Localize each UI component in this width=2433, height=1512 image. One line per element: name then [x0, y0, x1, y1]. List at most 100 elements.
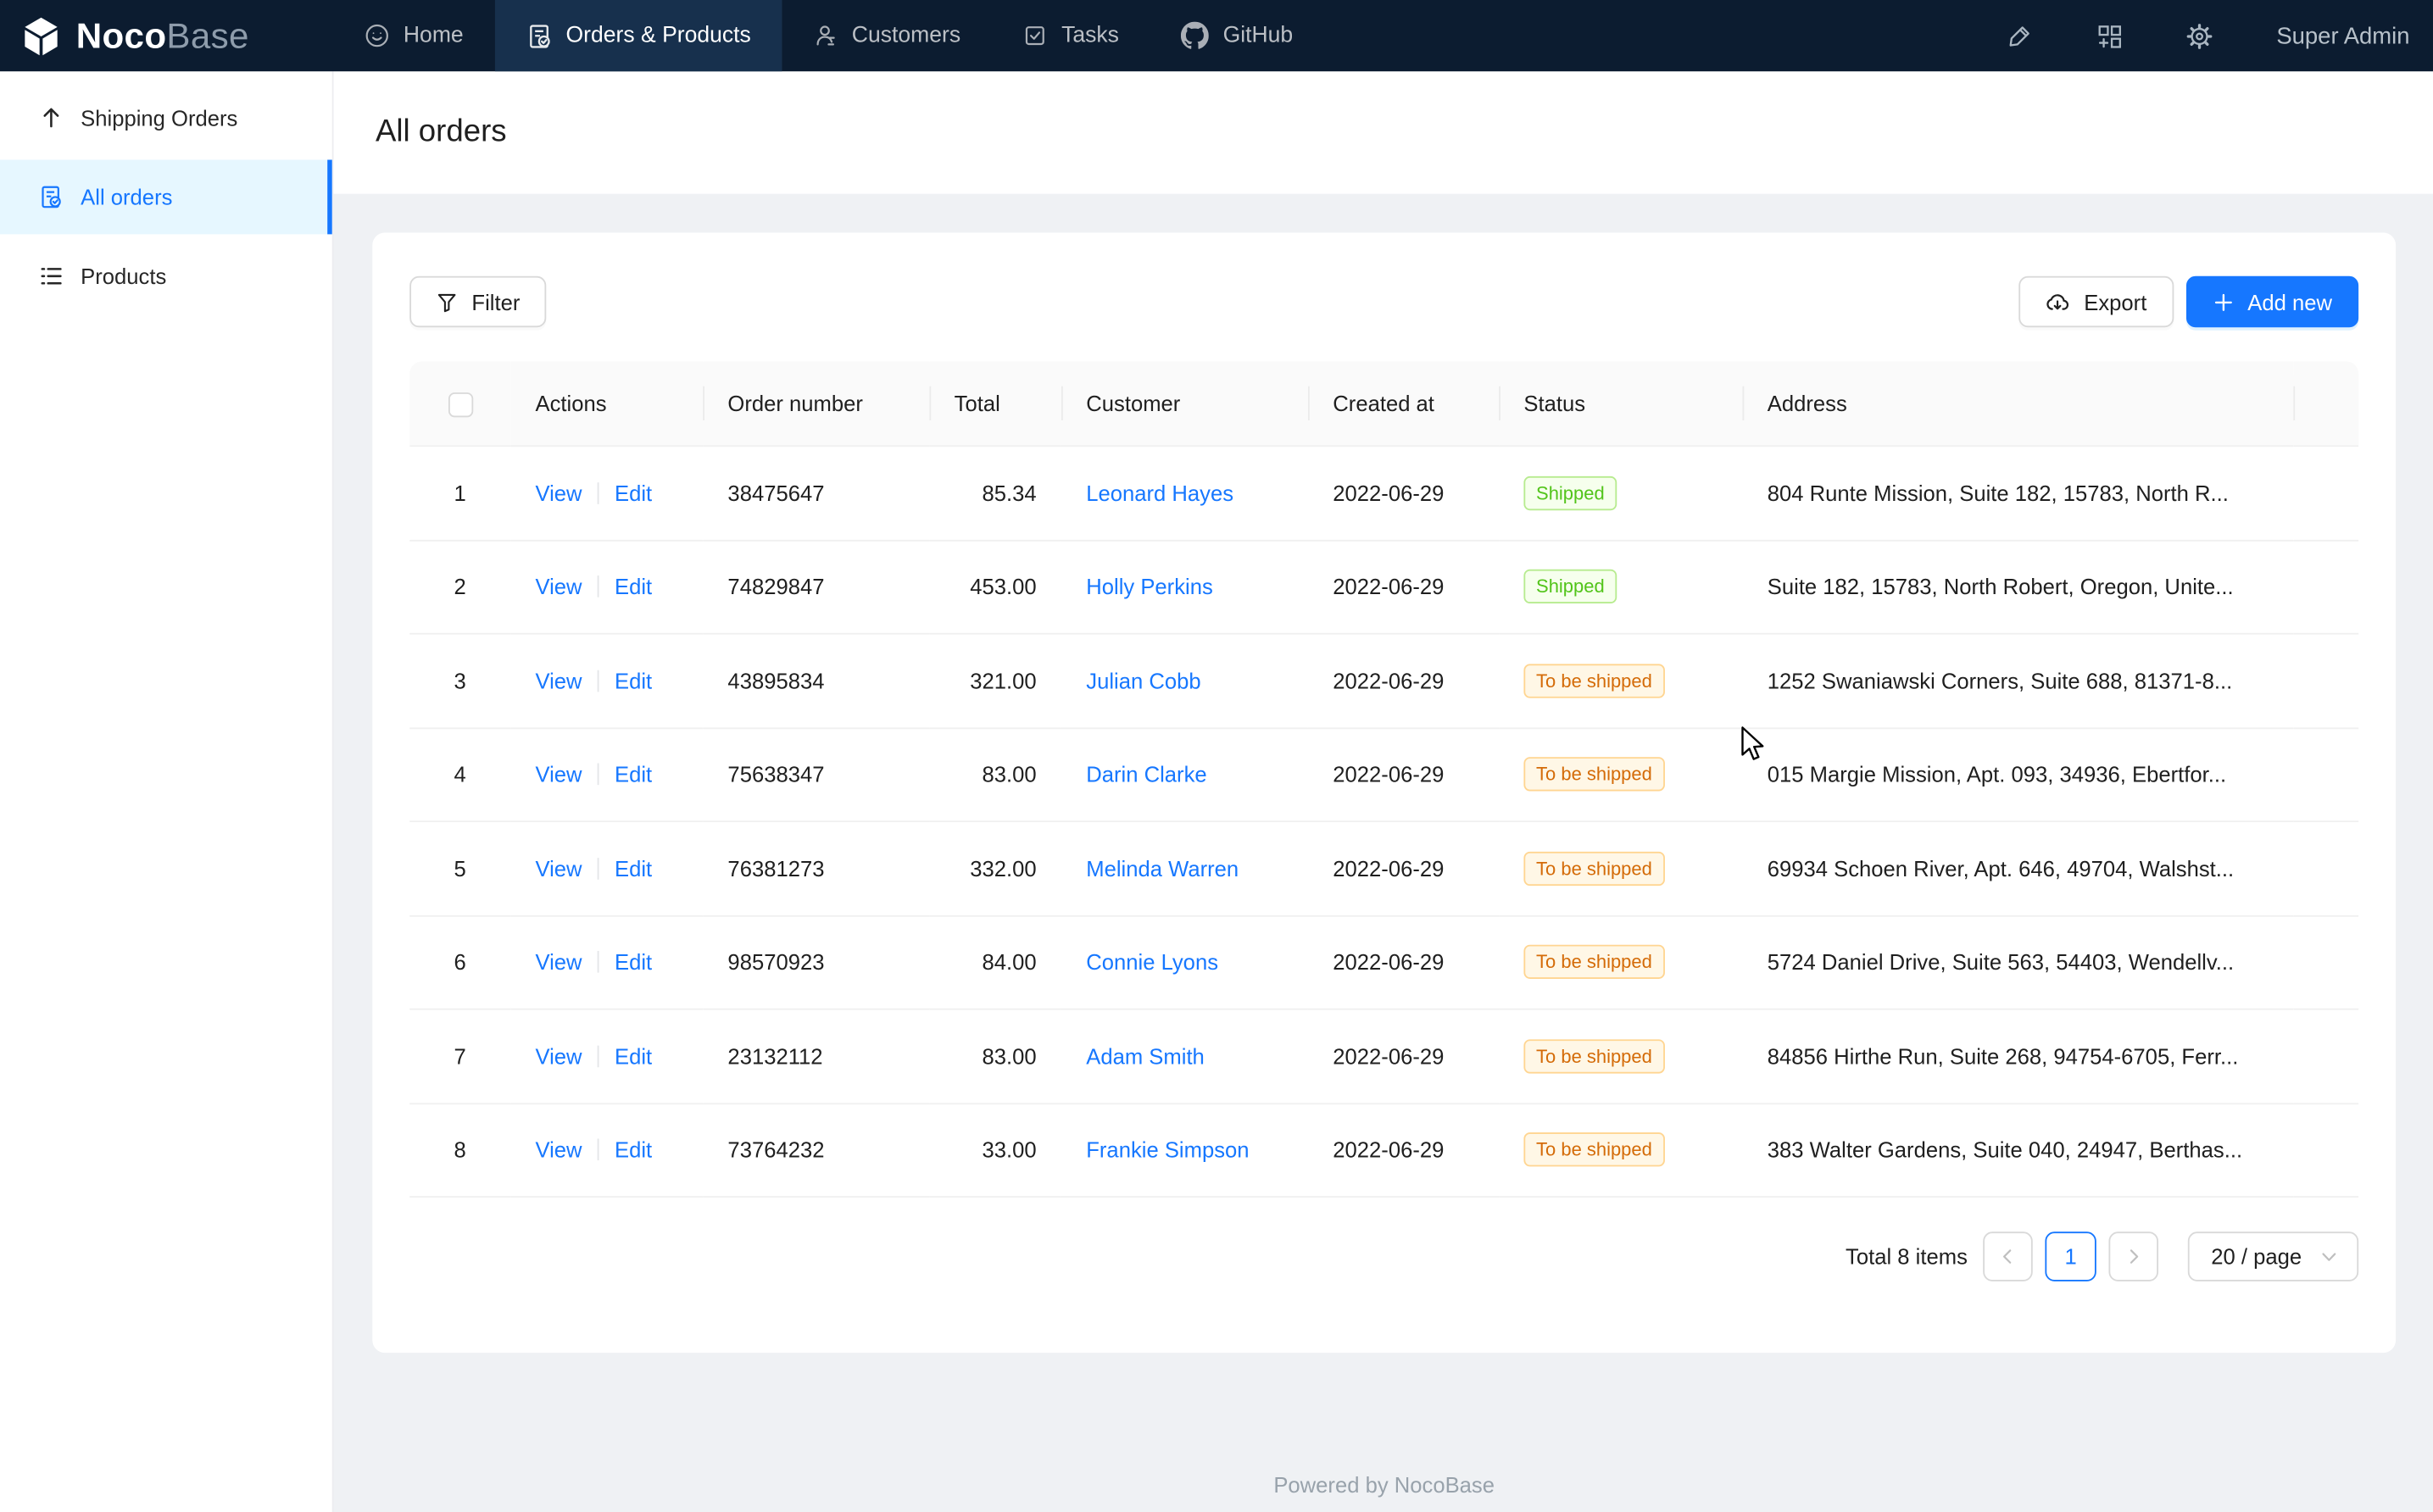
- sidebar-item-products[interactable]: Products: [0, 239, 332, 314]
- row-index-cell: 4: [409, 728, 510, 822]
- add-new-button[interactable]: Add new: [2185, 276, 2358, 327]
- tab-tasks[interactable]: Tasks: [992, 0, 1150, 71]
- view-link[interactable]: View: [535, 668, 582, 692]
- table-row: 1 ViewEdit 38475647 85.34 Leonard Hayes …: [409, 447, 2358, 541]
- pagination-prev-button[interactable]: [1983, 1231, 2033, 1281]
- view-link[interactable]: View: [535, 575, 582, 599]
- customer-cell: Adam Smith: [1061, 1010, 1308, 1104]
- edit-link[interactable]: Edit: [615, 1043, 652, 1068]
- action-divider: [598, 858, 599, 880]
- column-header-order-number: Order number: [703, 361, 929, 447]
- tab-home[interactable]: Home: [334, 0, 495, 71]
- github-icon: [1181, 22, 1209, 50]
- sidebar: Shipping Orders All orders: [0, 71, 334, 1512]
- edit-link[interactable]: Edit: [615, 1137, 652, 1162]
- column-header-status: Status: [1499, 361, 1742, 447]
- total-cell: 84.00: [929, 916, 1061, 1010]
- customer-link[interactable]: Holly Perkins: [1086, 575, 1213, 599]
- customer-link[interactable]: Connie Lyons: [1086, 950, 1218, 975]
- export-button[interactable]: Export: [2018, 276, 2173, 327]
- created-at-cell: 2022-06-29: [1308, 1103, 1499, 1198]
- layout: Shipping Orders All orders: [0, 71, 2433, 1512]
- customer-link[interactable]: Julian Cobb: [1086, 668, 1200, 692]
- appstore-add-icon[interactable]: [2096, 23, 2123, 49]
- order-number-cell: 23132112: [703, 1010, 929, 1104]
- address-cell: 1252 Swaniawski Corners, Suite 688, 8137…: [1742, 635, 2293, 729]
- total-cell: 85.34: [929, 447, 1061, 541]
- status-badge: To be shipped: [1523, 758, 1664, 792]
- view-link[interactable]: View: [535, 856, 582, 881]
- content-area: Filter Export: [334, 194, 2433, 1512]
- edit-link[interactable]: Edit: [615, 575, 652, 599]
- pagination-page-1[interactable]: 1: [2045, 1231, 2096, 1281]
- edit-link[interactable]: Edit: [615, 856, 652, 881]
- smiley-icon: [365, 23, 389, 47]
- tab-label: Tasks: [1061, 23, 1119, 47]
- table-row: 7 ViewEdit 23132112 83.00 Adam Smith 202…: [409, 1010, 2358, 1104]
- view-link[interactable]: View: [535, 1137, 582, 1162]
- customer-link[interactable]: Adam Smith: [1086, 1043, 1205, 1068]
- row-actions-cell: View Edit: [510, 728, 703, 822]
- column-header-created-at: Created at: [1308, 361, 1499, 447]
- edit-link[interactable]: Edit: [615, 668, 652, 692]
- row-actions-cell: View Edit: [510, 541, 703, 635]
- created-at-cell: 2022-06-29: [1308, 447, 1499, 541]
- edit-link[interactable]: Edit: [615, 481, 652, 505]
- plus-icon: [2212, 291, 2234, 313]
- edit-link[interactable]: Edit: [615, 762, 652, 787]
- row-index-cell: 3: [409, 635, 510, 729]
- filler-cell: [2293, 447, 2358, 541]
- pagination-next-button[interactable]: [2108, 1231, 2158, 1281]
- total-cell: 33.00: [929, 1103, 1061, 1198]
- brand-text: NocoBase: [76, 14, 249, 56]
- row-actions-cell: View Edit: [510, 916, 703, 1010]
- customer-link[interactable]: Leonard Hayes: [1086, 481, 1233, 505]
- edit-link[interactable]: Edit: [615, 950, 652, 975]
- tab-label: GitHub: [1223, 23, 1294, 47]
- view-link[interactable]: View: [535, 481, 582, 505]
- main-nav-tabs: Home Orders & Products: [334, 0, 1324, 71]
- tab-orders-products[interactable]: Orders & Products: [494, 0, 782, 71]
- table-row: 8 ViewEdit 73764232 33.00 Frankie Simpso…: [409, 1103, 2358, 1198]
- filler-cell: [2293, 541, 2358, 635]
- row-actions-cell: View Edit: [510, 447, 703, 541]
- sidebar-item-all-orders[interactable]: All orders: [0, 160, 332, 235]
- status-cell: To be shipped: [1499, 916, 1742, 1010]
- sidebar-item-shipping-orders[interactable]: Shipping Orders: [0, 81, 332, 155]
- pagination-total: Total 8 items: [1846, 1244, 1968, 1269]
- filler-cell: [2293, 1103, 2358, 1198]
- user-menu[interactable]: Super Admin: [2276, 23, 2409, 49]
- address-cell: 5724 Daniel Drive, Suite 563, 54403, Wen…: [1742, 916, 2293, 1010]
- customer-link[interactable]: Melinda Warren: [1086, 856, 1239, 881]
- top-navbar: NocoBase Home: [0, 0, 2433, 71]
- tab-customers[interactable]: Customers: [782, 0, 991, 71]
- view-link[interactable]: View: [535, 950, 582, 975]
- column-header-customer: Customer: [1061, 361, 1308, 447]
- order-document-icon: [526, 23, 552, 49]
- order-number-cell: 76381273: [703, 822, 929, 916]
- row-index-cell: 7: [409, 1010, 510, 1104]
- total-cell: 83.00: [929, 1010, 1061, 1104]
- highlighter-icon[interactable]: [2007, 23, 2033, 49]
- filler-cell: [2293, 635, 2358, 729]
- customer-link[interactable]: Frankie Simpson: [1086, 1137, 1249, 1162]
- action-divider: [598, 482, 599, 504]
- select-all-checkbox[interactable]: [448, 392, 472, 416]
- customer-link[interactable]: Darin Clarke: [1086, 762, 1206, 787]
- view-link[interactable]: View: [535, 762, 582, 787]
- orders-table: Actions Order number Total Customer Crea…: [409, 361, 2358, 1198]
- tab-github[interactable]: GitHub: [1150, 0, 1324, 71]
- page-size-select[interactable]: 20 / page: [2188, 1231, 2358, 1281]
- row-index-cell: 8: [409, 1103, 510, 1198]
- filter-button[interactable]: Filter: [409, 276, 546, 327]
- customer-cell: Connie Lyons: [1061, 916, 1308, 1010]
- status-cell: To be shipped: [1499, 728, 1742, 822]
- address-cell: 015 Margie Mission, Apt. 093, 34936, Ebe…: [1742, 728, 2293, 822]
- column-header-address: Address: [1742, 361, 2293, 447]
- column-header-actions: Actions: [510, 361, 703, 447]
- gear-icon[interactable]: [2186, 23, 2213, 49]
- action-divider: [598, 670, 599, 692]
- status-badge: To be shipped: [1523, 945, 1664, 979]
- sidebar-item-label: All orders: [81, 185, 172, 209]
- view-link[interactable]: View: [535, 1043, 582, 1068]
